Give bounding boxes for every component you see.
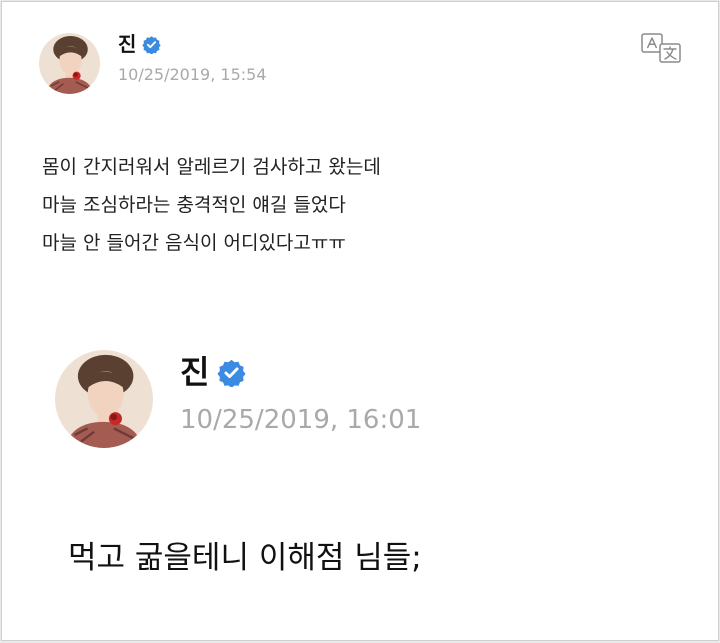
- verified-badge-icon: [217, 359, 246, 387]
- avatar[interactable]: [55, 350, 153, 448]
- author-name[interactable]: 진: [118, 32, 136, 56]
- screenshot-frame: 진 10/25/2019, 15:54 몸이 간지러워서 알레르기 검사하고 왔…: [1, 1, 719, 641]
- author-row: 진: [180, 352, 246, 392]
- author-row: 진: [118, 32, 162, 56]
- verified-badge-icon: [142, 35, 162, 54]
- post-text-line: 몸이 간지러워서 알레르기 검사하고 왔는데: [42, 156, 381, 178]
- post-text-line: 마늘 안 들어간 음식이 어디있다고ㅠㅠ: [42, 232, 346, 254]
- author-name[interactable]: 진: [180, 352, 209, 392]
- post-text-line: 마늘 조심하라는 충격적인 얘길 들었다: [42, 194, 346, 216]
- post-body: 몸이 간지러워서 알레르기 검사하고 왔는데 마늘 조심하라는 충격적인 얘길 …: [42, 148, 381, 262]
- post-timestamp: 10/25/2019, 16:01: [180, 405, 422, 435]
- avatar[interactable]: [39, 33, 100, 94]
- translate-icon[interactable]: [639, 32, 683, 64]
- post-timestamp: 10/25/2019, 15:54: [118, 65, 267, 84]
- post-body: 먹고 굶을테니 이해점 님들;: [68, 540, 422, 576]
